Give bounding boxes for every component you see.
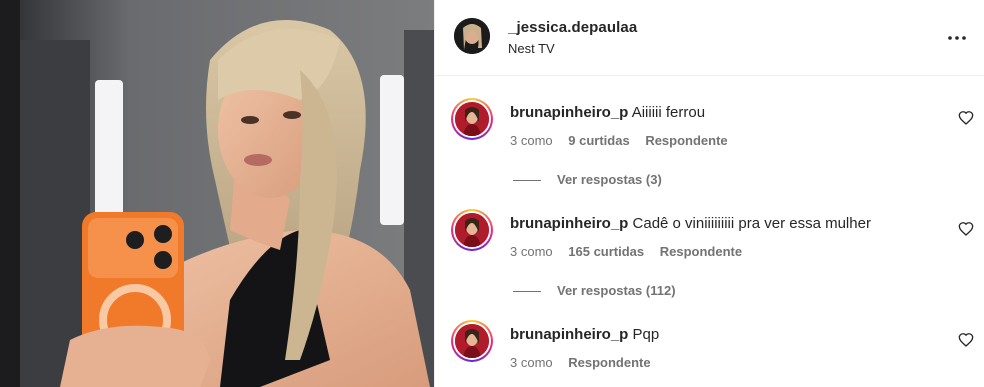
comment-username[interactable]: brunapinheiro_p: [510, 326, 628, 343]
comment-body: Aiiiiii ferrou: [631, 104, 706, 121]
avatar-image: [455, 324, 489, 358]
comment-meta: 3 como 9 curtidas Respondente: [510, 133, 740, 148]
avatar-image: [455, 102, 489, 136]
comment-likes[interactable]: 9 curtidas: [568, 133, 629, 148]
more-options-icon[interactable]: [945, 28, 969, 48]
comment-likes[interactable]: 165 curtidas: [568, 244, 644, 259]
heart-icon[interactable]: [958, 332, 974, 348]
post-location[interactable]: Nest TV: [508, 41, 555, 56]
replies-divider-line: [513, 291, 541, 293]
comment-body: Pqp: [632, 326, 660, 343]
replies-divider-line: [513, 180, 541, 182]
comment-item: brunapinheiro_p Aiiiiii ferrou 3 como 9 …: [435, 98, 984, 158]
reply-button[interactable]: Respondente: [645, 133, 727, 148]
comment-item: brunapinheiro_p Pqp 3 como Respondente: [435, 320, 984, 380]
view-replies-button[interactable]: Ver respostas (3): [513, 172, 662, 188]
comment-text: brunapinheiro_p Pqp: [510, 326, 659, 343]
view-replies-button[interactable]: Ver respostas (112): [513, 283, 676, 299]
view-replies-label: Ver respostas (3): [557, 172, 662, 187]
comment-username[interactable]: brunapinheiro_p: [510, 215, 628, 232]
post-image: [0, 0, 434, 387]
reply-button[interactable]: Respondente: [568, 355, 650, 370]
comment-time: 3 como: [510, 133, 553, 148]
author-username[interactable]: _jessica.depaulaa: [508, 19, 637, 36]
comment-text: brunapinheiro_p Cadê o viniiiiiiiii pra …: [510, 215, 871, 232]
comment-item: brunapinheiro_p Cadê o viniiiiiiiii pra …: [435, 209, 984, 269]
comment-username[interactable]: brunapinheiro_p: [510, 104, 628, 121]
post-photo[interactable]: [0, 0, 434, 387]
heart-icon[interactable]: [958, 221, 974, 237]
comment-time: 3 como: [510, 355, 553, 370]
commenter-avatar[interactable]: [451, 209, 493, 251]
comment-meta: 3 como 165 curtidas Respondente: [510, 244, 754, 259]
commenter-avatar[interactable]: [451, 320, 493, 362]
comment-time: 3 como: [510, 244, 553, 259]
author-avatar[interactable]: [454, 18, 490, 54]
avatar-image: [455, 213, 489, 247]
comments-panel: _jessica.depaulaa Nest TV brunapinheiro_…: [434, 0, 984, 387]
comment-meta: 3 como Respondente: [510, 355, 663, 370]
post-header: _jessica.depaulaa Nest TV: [435, 0, 984, 76]
comment-text: brunapinheiro_p Aiiiiii ferrou: [510, 104, 705, 121]
avatar-image: [454, 18, 490, 54]
comment-body: Cadê o viniiiiiiiii pra ver essa mulher: [632, 215, 871, 232]
view-replies-label: Ver respostas (112): [557, 283, 676, 298]
commenter-avatar[interactable]: [451, 98, 493, 140]
reply-button[interactable]: Respondente: [660, 244, 742, 259]
heart-icon[interactable]: [958, 110, 974, 126]
